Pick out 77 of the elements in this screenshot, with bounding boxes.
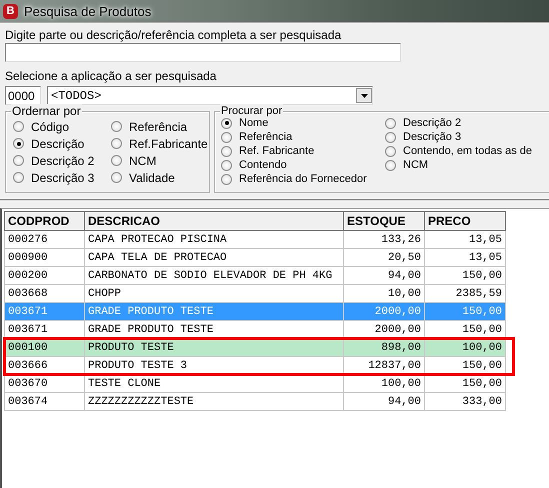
radio-label: Referência bbox=[239, 131, 292, 143]
radio-label: Descrição 2 bbox=[403, 117, 462, 129]
table-cell: TESTE CLONE bbox=[84, 374, 344, 392]
radio-label: Validade bbox=[129, 170, 175, 184]
radio-label: Descrição 2 bbox=[31, 154, 94, 168]
radio-label: Descrição 3 bbox=[403, 131, 462, 143]
radio-button[interactable] bbox=[111, 138, 122, 149]
radio-label: NCM bbox=[129, 154, 156, 168]
table-cell: 003674 bbox=[4, 392, 84, 410]
table-row[interactable]: 003666 PRODUTO TESTE 3 12837,00 150,00 bbox=[4, 356, 506, 374]
table-cell: 13,05 bbox=[424, 230, 506, 248]
application-dropdown[interactable]: <TODOS> bbox=[47, 86, 373, 105]
search-field[interactable] bbox=[5, 43, 401, 62]
table-cell: 000200 bbox=[4, 266, 84, 284]
table-cell: CARBONATO DE SODIO ELEVADOR DE PH 4KG bbox=[84, 266, 344, 284]
table-cell: 150,00 bbox=[424, 302, 506, 320]
radio-button[interactable] bbox=[221, 160, 232, 170]
radio-label: Código bbox=[31, 120, 70, 134]
group-title: Ordernar por bbox=[11, 104, 82, 118]
radio-button[interactable] bbox=[13, 138, 24, 149]
radio-button[interactable] bbox=[221, 146, 232, 156]
table-cell: 000900 bbox=[4, 248, 84, 266]
radio-label: Nome bbox=[239, 117, 268, 129]
table-cell: 003670 bbox=[4, 374, 84, 392]
radio-label: Ref. Fabricante bbox=[239, 145, 314, 157]
radio-button[interactable] bbox=[111, 155, 122, 166]
table-cell: CAPA PROTECAO PISCINA bbox=[84, 230, 344, 248]
app-icon: B bbox=[3, 4, 18, 18]
table-cell: 150,00 bbox=[424, 374, 506, 392]
column-header[interactable]: PRECO bbox=[424, 212, 506, 230]
radio-label: Contendo bbox=[239, 159, 287, 171]
radio-label: Ref.Fabricante bbox=[129, 136, 208, 150]
table-row[interactable]: 003670 TESTE CLONE 100,00 150,00 bbox=[4, 374, 506, 392]
radio-button[interactable] bbox=[111, 172, 122, 183]
table-cell: ZZZZZZZZZZZTESTE bbox=[84, 392, 344, 410]
radio-button[interactable] bbox=[221, 118, 232, 128]
radio-label: Referência bbox=[129, 120, 188, 134]
table-cell: 94,00 bbox=[344, 266, 424, 284]
table-row[interactable]: 000900 CAPA TELA DE PROTECAO 20,50 13,05 bbox=[4, 248, 506, 266]
table-cell: 003671 bbox=[4, 302, 84, 320]
table-row[interactable]: 003671 GRADE PRODUTO TESTE 2000,00 150,00 bbox=[4, 320, 506, 338]
column-header[interactable]: DESCRICAO bbox=[84, 212, 344, 230]
table-row[interactable]: 000200 CARBONATO DE SODIO ELEVADOR DE PH 4KG 94,00 150,00 bbox=[4, 266, 506, 284]
radio-button[interactable] bbox=[13, 155, 24, 166]
table-cell: 20,50 bbox=[344, 248, 424, 266]
table-cell: 000276 bbox=[4, 230, 84, 248]
search-label: Digite parte ou descrição/referência completa a ser pesquisada bbox=[5, 28, 342, 42]
table-row[interactable]: 000276 CAPA PROTECAO PISCINA 133,26 13,05 bbox=[4, 230, 506, 248]
application-label: Selecione a aplicação a ser pesquisada bbox=[5, 69, 218, 83]
table-cell: 2000,00 bbox=[344, 302, 424, 320]
table-cell: CAPA TELA DE PROTECAO bbox=[84, 248, 344, 266]
group-title: Procurar por bbox=[220, 104, 284, 118]
radio-button[interactable] bbox=[13, 172, 24, 183]
dropdown-arrow-icon bbox=[360, 94, 368, 98]
table-row[interactable]: 000100 PRODUTO TESTE 898,00 100,00 bbox=[4, 338, 506, 356]
radio-label: Referência do Fornecedor bbox=[239, 173, 367, 185]
table-cell: 333,00 bbox=[424, 392, 506, 410]
window-title: Pesquisa de Produtos bbox=[24, 4, 152, 18]
radio-button[interactable] bbox=[221, 132, 232, 142]
column-header[interactable]: ESTOQUE bbox=[344, 212, 424, 230]
radio-button[interactable] bbox=[13, 121, 24, 132]
table-cell: 13,05 bbox=[424, 248, 506, 266]
column-header[interactable]: CODPROD bbox=[4, 212, 84, 230]
radio-label: Contendo, em todas as de bbox=[403, 145, 532, 157]
table-cell: 003671 bbox=[4, 320, 84, 338]
code-field[interactable]: 0000 bbox=[5, 86, 41, 105]
table-cell: 94,00 bbox=[344, 392, 424, 410]
radio-label: NCM bbox=[403, 159, 428, 171]
table-cell: 150,00 bbox=[424, 266, 506, 284]
table-cell: 133,26 bbox=[344, 230, 424, 248]
radio-button[interactable] bbox=[221, 174, 232, 184]
radio-label: Descrição 3 bbox=[31, 170, 94, 184]
table-row[interactable]: 003674 ZZZZZZZZZZZTESTE 94,00 333,00 bbox=[4, 392, 506, 410]
radio-button[interactable] bbox=[111, 121, 122, 132]
radio-label: Descrição bbox=[31, 136, 84, 150]
table-cell: GRADE PRODUTO TESTE bbox=[84, 302, 344, 320]
table-cell: 100,00 bbox=[344, 374, 424, 392]
